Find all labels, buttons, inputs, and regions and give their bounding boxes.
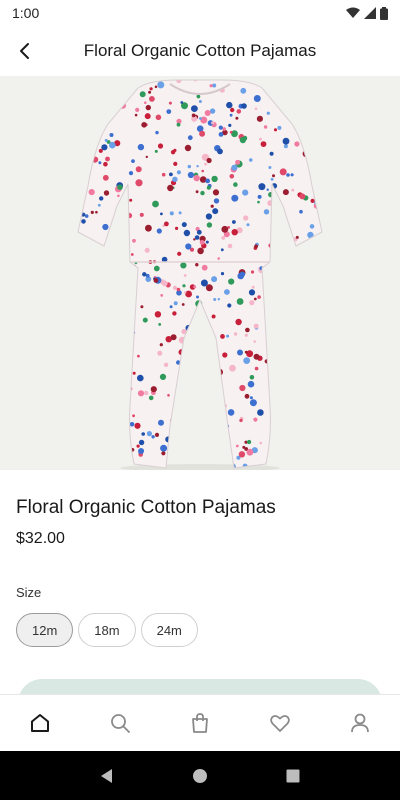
wifi-icon [346, 7, 360, 18]
size-options: 12m 18m 24m [16, 613, 198, 647]
size-option-12m[interactable]: 12m [16, 613, 74, 647]
size-option-18m[interactable]: 18m [78, 613, 136, 647]
size-option-label: 18m [94, 622, 120, 638]
floral-pajamas-photo [0, 76, 400, 470]
bag-icon [192, 713, 208, 733]
heart-icon [270, 715, 290, 732]
size-label: Size [16, 585, 42, 600]
profile-icon [351, 713, 369, 733]
size-option-24m[interactable]: 24m [140, 613, 198, 647]
home-icon [31, 714, 49, 732]
nav-favorites[interactable] [240, 695, 320, 751]
size-option-label: 12m [32, 622, 58, 638]
nav-bag[interactable] [160, 695, 240, 751]
product-image-carousel[interactable] [0, 76, 400, 470]
nav-profile[interactable] [320, 695, 400, 751]
system-back-button[interactable] [92, 761, 122, 791]
back-arrow-icon [20, 43, 29, 59]
system-recents-button[interactable] [278, 761, 308, 791]
status-icons [346, 6, 388, 20]
app-bar: Floral Organic Cotton Pajamas [0, 26, 400, 76]
system-nav-bar [0, 751, 400, 800]
size-option-label: 24m [156, 622, 182, 638]
product-name: Floral Organic Cotton Pajamas [16, 497, 276, 518]
battery-icon [380, 6, 388, 20]
page-title: Floral Organic Cotton Pajamas [83, 41, 317, 60]
status-time: 1:00 [12, 5, 40, 21]
signal-icon [364, 7, 376, 19]
nav-home[interactable] [0, 695, 80, 751]
square-recents-icon [286, 769, 300, 782]
back-button[interactable] [0, 26, 50, 76]
system-home-button[interactable] [185, 761, 215, 791]
nav-search[interactable] [80, 695, 160, 751]
search-icon [111, 714, 130, 733]
bottom-nav [0, 694, 400, 751]
product-price: $32.00 [16, 530, 65, 547]
triangle-back-icon [100, 768, 112, 783]
status-bar: 1:00 [0, 0, 400, 26]
circle-home-icon [192, 768, 207, 783]
